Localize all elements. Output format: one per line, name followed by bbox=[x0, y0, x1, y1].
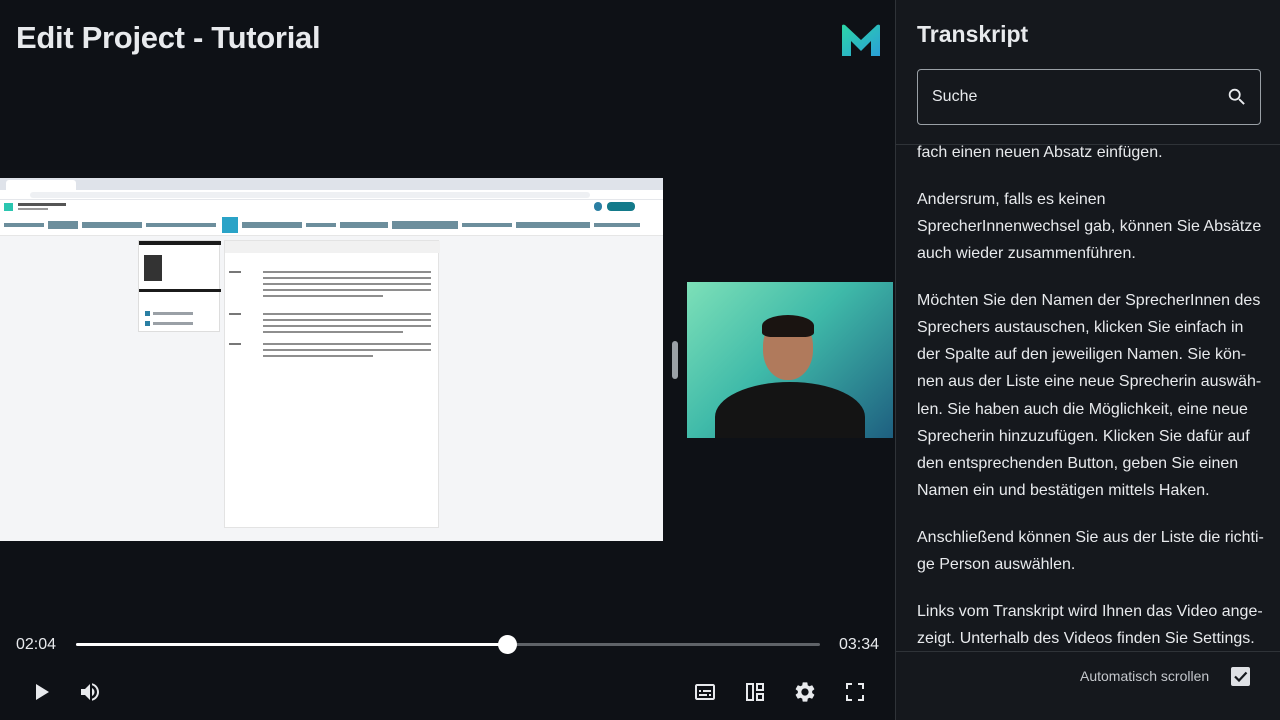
duration: 03:34 bbox=[839, 636, 880, 653]
text-line bbox=[263, 343, 431, 345]
text-line bbox=[263, 271, 431, 273]
layout-icon bbox=[746, 683, 764, 701]
progress-knob[interactable] bbox=[497, 635, 517, 654]
fullscreen-button[interactable] bbox=[843, 680, 867, 704]
sidebar-title: Transkript bbox=[917, 21, 1029, 47]
search-icon[interactable] bbox=[1226, 86, 1248, 108]
panel-checkbox bbox=[145, 321, 150, 326]
settings-button[interactable] bbox=[793, 680, 817, 704]
panel-line bbox=[153, 312, 193, 315]
speaker-label bbox=[229, 313, 241, 315]
transcript-paragraph[interactable]: fach einen neuen Absatz einfügen. bbox=[917, 145, 1265, 166]
play-icon bbox=[36, 684, 49, 700]
transcript-paragraph[interactable]: Anschließend können Sie aus der Liste di… bbox=[917, 524, 1265, 578]
progress-fill bbox=[76, 643, 507, 646]
text-line bbox=[263, 295, 383, 297]
search-input[interactable] bbox=[932, 70, 1222, 124]
divider bbox=[896, 651, 1280, 652]
text-line bbox=[263, 331, 403, 333]
text-line bbox=[263, 325, 431, 327]
transcript-list[interactable]: fach einen neuen Absatz einfügen. Anders… bbox=[917, 145, 1267, 650]
search-box[interactable] bbox=[917, 69, 1261, 125]
panel-thumbnail bbox=[144, 255, 162, 281]
browser-tab bbox=[6, 180, 76, 190]
volume-icon bbox=[81, 683, 99, 701]
play-button[interactable] bbox=[29, 680, 53, 704]
m-logo-icon bbox=[842, 24, 880, 56]
webcam-overlay bbox=[687, 282, 893, 438]
app-header bbox=[0, 200, 663, 214]
video-title: Edit Project - Tutorial bbox=[16, 20, 321, 55]
text-line bbox=[263, 355, 373, 357]
resize-handle[interactable] bbox=[672, 341, 678, 379]
current-time: 02:04 bbox=[16, 636, 57, 653]
text-line bbox=[263, 289, 431, 291]
text-line bbox=[263, 277, 431, 279]
transcript-editor-thumbnail bbox=[224, 240, 440, 528]
video-frame[interactable] bbox=[0, 178, 663, 541]
text-line bbox=[263, 283, 431, 285]
panel-checkbox bbox=[145, 311, 150, 316]
url-field bbox=[30, 192, 590, 198]
text-line bbox=[263, 313, 431, 315]
checkmark-icon bbox=[1234, 671, 1248, 683]
text-line bbox=[263, 319, 431, 321]
transcript-sidebar: Transkript fach einen neuen Absatz einfü… bbox=[895, 0, 1280, 720]
panel-line bbox=[153, 322, 193, 325]
transcript-paragraph[interactable]: Andersrum, falls es keinen SprecherInnen… bbox=[917, 186, 1265, 268]
audio-waveform bbox=[0, 214, 663, 236]
browser-tabbar bbox=[0, 178, 663, 190]
layout-button[interactable] bbox=[743, 680, 767, 704]
autoscroll-label: Automatisch scrollen bbox=[1080, 668, 1210, 684]
waveform-graphic bbox=[4, 217, 640, 233]
panel-separator bbox=[139, 289, 221, 292]
speaker-label bbox=[229, 343, 241, 345]
autoscroll-checkbox[interactable] bbox=[1231, 667, 1250, 686]
speaker-label bbox=[229, 271, 241, 273]
editor-toolbar bbox=[225, 241, 440, 253]
video-player: Edit Project - Tutorial 02:04 03:34 bbox=[0, 0, 895, 720]
text-line bbox=[263, 349, 431, 351]
browser-addressbar bbox=[0, 190, 663, 200]
progress-bar[interactable] bbox=[76, 635, 820, 654]
volume-button[interactable] bbox=[78, 680, 102, 704]
presenter-hair bbox=[762, 315, 814, 337]
settings-panel-thumbnail bbox=[138, 240, 221, 332]
gear-icon bbox=[795, 682, 815, 702]
transcript-paragraph[interactable]: Möchten Sie den Namen der SprecherInnen … bbox=[917, 287, 1265, 505]
subtitles-icon bbox=[695, 684, 715, 700]
panel-header-bar bbox=[139, 241, 221, 245]
fullscreen-icon bbox=[846, 683, 864, 701]
app-header-graphic bbox=[4, 202, 635, 211]
presenter-body bbox=[715, 382, 865, 438]
transcript-paragraph[interactable]: Links vom Transkript wird Ihnen das Vide… bbox=[917, 598, 1265, 650]
subtitles-button[interactable] bbox=[693, 680, 717, 704]
